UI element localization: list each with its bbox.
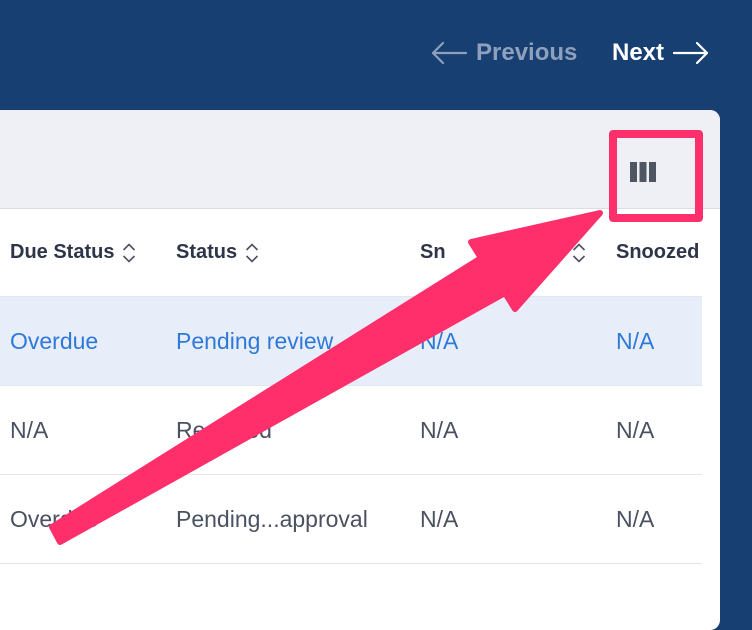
next-link[interactable]: Next	[612, 30, 710, 76]
cell-snoozed: N/A	[616, 416, 655, 443]
cell-snoozed: N/A	[616, 505, 655, 532]
sort-chevrons-icon	[246, 242, 259, 263]
cell-status[interactable]: Pending review	[176, 297, 406, 385]
column-header-due-status[interactable]: Due Status	[10, 209, 136, 296]
sort-chevrons-icon	[123, 242, 136, 263]
cell-status: Pending...approval	[176, 505, 368, 532]
table-panel: Due Status Status Sn Snoozed Overdue Pen…	[0, 110, 720, 630]
cell-due-status: N/A	[10, 416, 49, 443]
previous-link[interactable]: Previous	[430, 30, 577, 76]
sort-chevrons-icon	[572, 242, 586, 263]
column-header-snoozed[interactable]: Snoozed	[616, 209, 702, 296]
columns-icon	[630, 162, 656, 182]
columns-toggle-button[interactable]	[621, 150, 665, 194]
table-toolbar	[0, 110, 720, 209]
table-row[interactable]: Overdue Pending...approval N/A N/A	[0, 475, 702, 564]
cell-third: N/A	[420, 416, 459, 443]
column-header-third[interactable]: Sn	[420, 209, 590, 296]
arrow-left-icon	[431, 41, 468, 65]
table-row[interactable]: Overdue Pending review N/A N/A	[0, 297, 702, 386]
table-header: Due Status Status Sn Snoozed	[0, 209, 702, 297]
column-header-status[interactable]: Status	[176, 209, 259, 296]
cell-third: N/A	[420, 505, 459, 532]
cell-third[interactable]: N/A	[420, 297, 458, 385]
table-row[interactable]: N/A Resolved N/A N/A	[0, 386, 702, 475]
next-label: Next	[612, 39, 665, 66]
cell-due-status: Overdue	[10, 505, 99, 532]
arrow-right-icon	[672, 41, 709, 65]
cell-due-status[interactable]: Overdue	[10, 297, 98, 385]
cell-snoozed[interactable]: N/A	[616, 297, 654, 385]
cell-status: Resolved	[176, 416, 272, 443]
previous-label: Previous	[476, 39, 578, 66]
